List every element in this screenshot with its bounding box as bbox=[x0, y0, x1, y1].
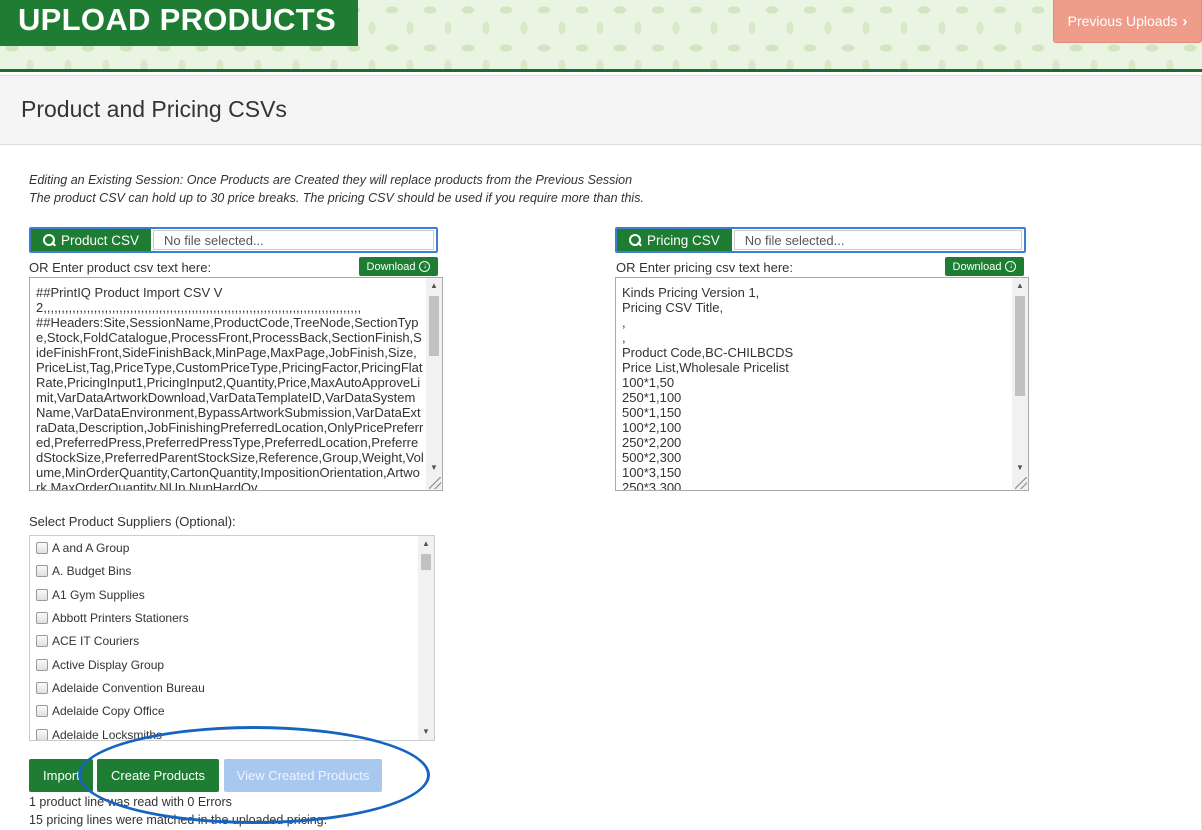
supplier-item[interactable]: Active Display Group bbox=[36, 655, 164, 675]
scroll-thumb[interactable] bbox=[429, 296, 439, 356]
scroll-thumb[interactable] bbox=[421, 554, 431, 570]
suppliers-scrollbar[interactable]: ▲ ▼ bbox=[418, 536, 434, 740]
download-icon: ↓ bbox=[1005, 261, 1017, 272]
panel-title: Product and Pricing CSVs bbox=[21, 96, 287, 122]
pricing-csv-button[interactable]: Pricing CSV bbox=[617, 229, 732, 251]
supplier-item[interactable]: A1 Gym Supplies bbox=[36, 585, 145, 605]
product-csv-file-field[interactable]: No file selected... bbox=[153, 230, 434, 250]
supplier-item[interactable]: A. Budget Bins bbox=[36, 561, 131, 581]
previous-uploads-button[interactable]: Previous Uploads › bbox=[1053, 0, 1202, 43]
pricing-csv-file-field[interactable]: No file selected... bbox=[733, 230, 1022, 250]
checkbox[interactable] bbox=[36, 612, 48, 624]
product-csv-download-button[interactable]: Download ↓ bbox=[359, 257, 438, 276]
resize-grip-icon[interactable] bbox=[429, 477, 441, 489]
page-title: UPLOAD PRODUCTS bbox=[0, 0, 358, 46]
scroll-up-arrow-icon[interactable]: ▲ bbox=[418, 536, 434, 552]
chevron-right-icon: › bbox=[1182, 12, 1188, 30]
product-csv-text: ##PrintIQ Product Import CSV V2,,,,,,,,,… bbox=[36, 285, 424, 491]
product-csv-picker: Product CSV No file selected... bbox=[29, 227, 438, 253]
checkbox[interactable] bbox=[36, 682, 48, 694]
checkbox[interactable] bbox=[36, 705, 48, 717]
pricing-csv-text: Kinds Pricing Version 1, Pricing CSV Tit… bbox=[622, 285, 794, 491]
previous-uploads-label: Previous Uploads bbox=[1067, 13, 1178, 29]
checkbox[interactable] bbox=[36, 565, 48, 577]
download-label: Download bbox=[366, 260, 416, 273]
product-csv-scrollbar[interactable]: ▲ ▼ bbox=[426, 278, 442, 490]
supplier-item[interactable]: Adelaide Convention Bureau bbox=[36, 678, 205, 698]
pricing-csv-textarea[interactable]: Kinds Pricing Version 1, Pricing CSV Tit… bbox=[615, 277, 1029, 491]
product-csv-button[interactable]: Product CSV bbox=[31, 229, 152, 251]
checkbox[interactable] bbox=[36, 635, 48, 647]
download-label: Download bbox=[952, 260, 1002, 273]
suppliers-label: Select Product Suppliers (Optional): bbox=[29, 514, 236, 529]
product-csv-textarea[interactable]: ##PrintIQ Product Import CSV V2,,,,,,,,,… bbox=[29, 277, 443, 491]
pricing-csv-button-label: Pricing CSV bbox=[647, 232, 720, 248]
price-breaks-note: The product CSV can hold up to 30 price … bbox=[29, 191, 644, 205]
pricing-csv-scrollbar[interactable]: ▲ ▼ bbox=[1012, 278, 1028, 490]
checkbox[interactable] bbox=[36, 659, 48, 671]
download-icon: ↓ bbox=[419, 261, 431, 272]
checkbox[interactable] bbox=[36, 542, 48, 554]
pricing-csv-picker: Pricing CSV No file selected... bbox=[615, 227, 1026, 253]
pricing-csv-text-label: OR Enter pricing csv text here: bbox=[616, 260, 794, 275]
scroll-down-arrow-icon[interactable]: ▼ bbox=[418, 724, 434, 740]
product-csv-text-label: OR Enter product csv text here: bbox=[29, 260, 212, 275]
scroll-up-arrow-icon[interactable]: ▲ bbox=[426, 278, 442, 294]
session-note: Editing an Existing Session: Once Produc… bbox=[29, 173, 633, 187]
scroll-down-arrow-icon[interactable]: ▼ bbox=[1012, 460, 1028, 476]
checkbox[interactable] bbox=[36, 729, 48, 740]
product-csv-button-label: Product CSV bbox=[61, 232, 140, 248]
annotation-ellipse bbox=[78, 726, 430, 824]
scroll-up-arrow-icon[interactable]: ▲ bbox=[1012, 278, 1028, 294]
suppliers-list[interactable]: A and A Group A. Budget Bins A1 Gym Supp… bbox=[29, 535, 435, 741]
scroll-thumb[interactable] bbox=[1015, 296, 1025, 396]
scroll-down-arrow-icon[interactable]: ▼ bbox=[426, 460, 442, 476]
supplier-item[interactable]: ACE IT Couriers bbox=[36, 631, 139, 651]
supplier-item[interactable]: Adelaide Copy Office bbox=[36, 701, 165, 721]
search-icon bbox=[43, 234, 55, 246]
search-icon bbox=[629, 234, 641, 246]
resize-grip-icon[interactable] bbox=[1015, 477, 1027, 489]
supplier-item[interactable]: A and A Group bbox=[36, 538, 129, 558]
supplier-item[interactable]: Abbott Printers Stationers bbox=[36, 608, 189, 628]
pricing-csv-download-button[interactable]: Download ↓ bbox=[945, 257, 1024, 276]
checkbox[interactable] bbox=[36, 589, 48, 601]
